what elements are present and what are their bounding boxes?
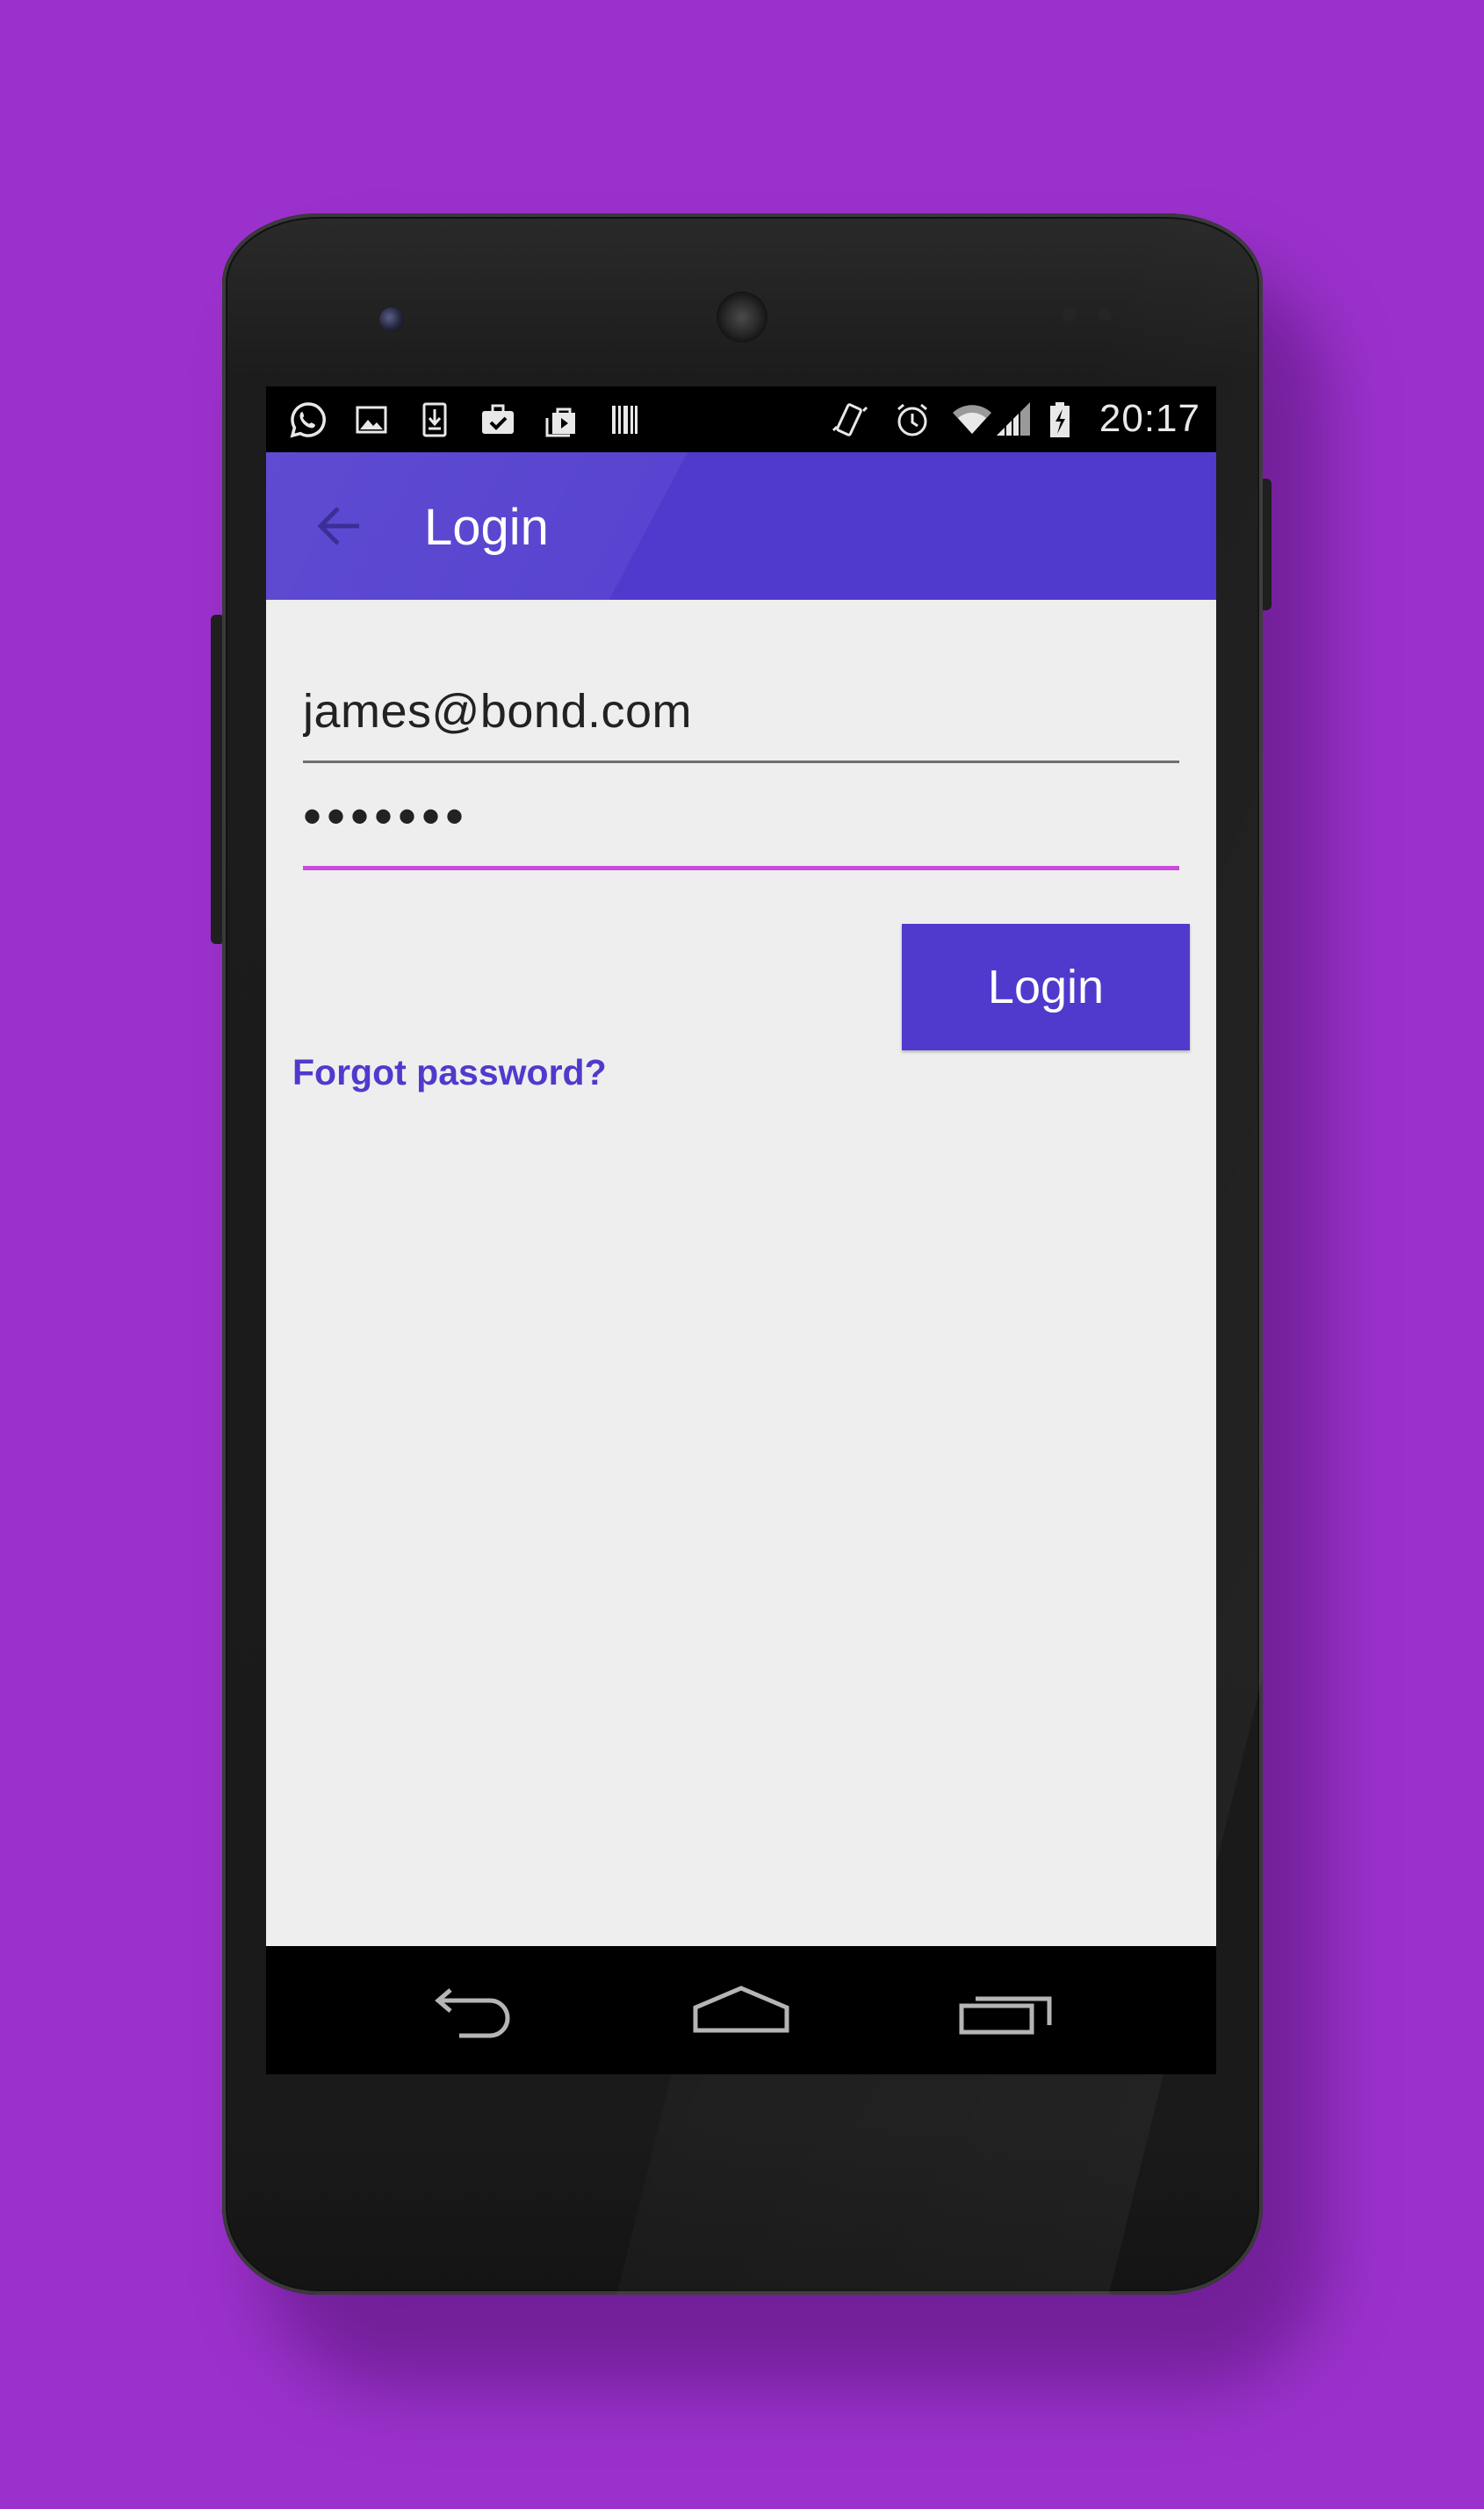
status-bar: 20:17: [266, 386, 1216, 452]
earpiece-speaker: [717, 292, 767, 342]
front-camera: [379, 307, 404, 332]
nav-home-icon[interactable]: [688, 1981, 794, 2043]
forgot-password-link[interactable]: Forgot password?: [292, 1052, 607, 1093]
alarm-icon: [897, 403, 927, 436]
image-icon: [356, 406, 387, 434]
briefcase-check-icon: [482, 404, 514, 434]
app-toolbar: Login: [266, 452, 1216, 600]
signal-icon: [997, 402, 1030, 436]
nav-back-icon[interactable]: [424, 1981, 529, 2043]
play-store-icon: [545, 407, 575, 437]
nav-recents-icon[interactable]: [955, 1981, 1060, 2043]
login-button[interactable]: Login: [902, 924, 1190, 1050]
email-field-container: [303, 676, 1179, 763]
page-title: Login: [424, 499, 549, 556]
back-arrow-icon[interactable]: [315, 503, 364, 549]
status-time: 20:17: [1099, 397, 1200, 440]
navigation-bar: [266, 1946, 1216, 2074]
whatsapp-icon: [290, 402, 326, 438]
vibrate-icon: [832, 403, 868, 436]
phone-screen: 20:17 Login Login Forgot password?: [266, 386, 1216, 2074]
email-field[interactable]: [303, 676, 1179, 746]
battery-charging-icon: [1050, 402, 1070, 437]
wifi-icon: [953, 405, 991, 434]
password-field-container: [303, 782, 1179, 870]
download-icon: [422, 402, 447, 437]
proximity-sensor: [1063, 307, 1077, 321]
barcode-icon: [612, 406, 638, 434]
light-sensor: [1098, 307, 1112, 321]
password-field[interactable]: [303, 782, 1179, 852]
